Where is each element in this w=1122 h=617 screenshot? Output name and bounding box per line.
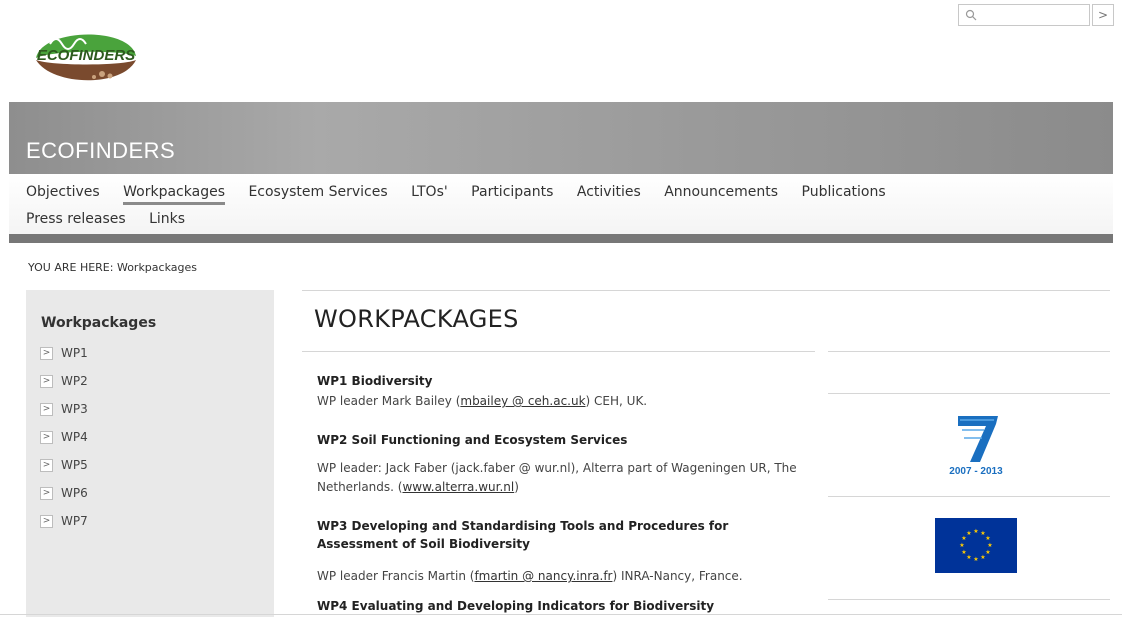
chevron-right-icon: > <box>40 487 53 500</box>
sidebar-item-wp4[interactable]: > WP4 <box>40 430 88 444</box>
sidebar-title: Workpackages <box>41 315 157 331</box>
svg-text:★: ★ <box>966 530 971 537</box>
wp3-email-link[interactable]: fmartin @ nancy.inra.fr <box>474 569 612 583</box>
content-top-divider <box>302 290 1110 291</box>
sidebar-item-label: WP1 <box>61 346 88 360</box>
sidebar-item-label: WP5 <box>61 458 88 472</box>
search-box[interactable] <box>958 4 1090 26</box>
svg-text:★: ★ <box>966 554 971 561</box>
nav-item-announcements[interactable]: Announcements <box>664 184 778 200</box>
site-title[interactable]: ECOFINDERS <box>26 138 175 164</box>
nav-item-press-releases[interactable]: Press releases <box>26 211 126 227</box>
nav-item-workpackages[interactable]: Workpackages <box>123 184 225 205</box>
svg-text:★: ★ <box>980 554 985 561</box>
nav-item-ecosystem-services[interactable]: Ecosystem Services <box>248 184 387 200</box>
main-nav: Objectives Workpackages Ecosystem Servic… <box>9 174 1113 234</box>
nav-item-links[interactable]: Links <box>149 211 185 227</box>
wp3-text: WP leader Francis Martin (fmartin @ nanc… <box>317 569 743 583</box>
wp2-title: WP2 Soil Functioning and Ecosystem Servi… <box>317 433 628 447</box>
nav-item-activities[interactable]: Activities <box>577 184 641 200</box>
sidebar-item-wp5[interactable]: > WP5 <box>40 458 88 472</box>
nav-row-2: Press releases Links <box>26 211 204 227</box>
svg-text:★: ★ <box>959 542 964 549</box>
nav-divider <box>9 234 1113 243</box>
right-divider <box>828 599 1110 600</box>
sidebar: Workpackages > WP1 > WP2 > WP3 > WP4 > WP5 > W… <box>26 290 274 617</box>
chevron-right-icon: > <box>40 403 53 416</box>
breadcrumb: YOU ARE HERE: Workpackages <box>28 261 197 274</box>
page-title: WORKPACKAGES <box>314 305 519 333</box>
wp3-title: WP3 Developing and Standardising Tools a… <box>317 519 729 551</box>
sidebar-item-wp2[interactable]: > WP2 <box>40 374 88 388</box>
wp2-text: WP leader: Jack Faber (jack.faber @ wur.… <box>317 461 797 494</box>
chevron-right-icon: > <box>40 375 53 388</box>
svg-text:2007 - 2013: 2007 - 2013 <box>949 466 1003 477</box>
chevron-right-icon: > <box>40 347 53 360</box>
svg-text:ECOFINDERS: ECOFINDERS <box>37 47 135 64</box>
search-submit-button[interactable]: > <box>1092 4 1114 26</box>
nav-item-publications[interactable]: Publications <box>802 184 886 200</box>
sidebar-item-label: WP7 <box>61 514 88 528</box>
wp1-email-link[interactable]: mbailey @ ceh.ac.uk <box>460 394 585 408</box>
svg-text:★: ★ <box>985 549 990 556</box>
svg-text:★: ★ <box>961 549 966 556</box>
right-divider <box>828 393 1110 394</box>
nav-item-objectives[interactable]: Objectives <box>26 184 100 200</box>
fp7-logo[interactable]: 2007 - 2013 <box>936 412 1016 478</box>
right-divider <box>828 496 1110 497</box>
wp1-title: WP1 Biodiversity <box>317 374 433 388</box>
sidebar-item-wp6[interactable]: > WP6 <box>40 486 88 500</box>
sidebar-item-label: WP2 <box>61 374 88 388</box>
wp2-website-link[interactable]: www.alterra.wur.nl <box>402 480 514 494</box>
svg-text:★: ★ <box>973 556 978 563</box>
sidebar-item-wp3[interactable]: > WP3 <box>40 402 88 416</box>
title-divider <box>302 351 815 352</box>
nav-item-ltos[interactable]: LTOs' <box>411 184 448 200</box>
sidebar-item-label: WP3 <box>61 402 88 416</box>
ecofinders-logo[interactable]: ECOFINDERS <box>32 20 140 92</box>
svg-text:★: ★ <box>985 535 990 542</box>
eu-flag-icon: ★ ★★ ★★★ ★★★ ★★★ <box>935 518 1017 573</box>
chevron-right-icon: > <box>40 515 53 528</box>
nav-item-participants[interactable]: Participants <box>471 184 553 200</box>
wp1-text: WP leader Mark Bailey (mbailey @ ceh.ac.… <box>317 394 648 408</box>
wp4-title: WP4 Evaluating and Developing Indicators… <box>317 599 715 613</box>
right-divider <box>828 351 1110 352</box>
sidebar-item-label: WP6 <box>61 486 88 500</box>
search-icon <box>965 9 977 21</box>
nav-row-1: Objectives Workpackages Ecosystem Servic… <box>26 184 905 205</box>
search-input[interactable] <box>979 5 1087 25</box>
sidebar-item-label: WP4 <box>61 430 88 444</box>
banner: ECOFINDERS <box>9 102 1113 174</box>
sidebar-item-wp1[interactable]: > WP1 <box>40 346 88 360</box>
chevron-right-icon: > <box>40 431 53 444</box>
svg-text:★: ★ <box>973 528 978 535</box>
chevron-right-icon: > <box>40 459 53 472</box>
svg-text:★: ★ <box>987 542 992 549</box>
sidebar-item-wp7[interactable]: > WP7 <box>40 514 88 528</box>
